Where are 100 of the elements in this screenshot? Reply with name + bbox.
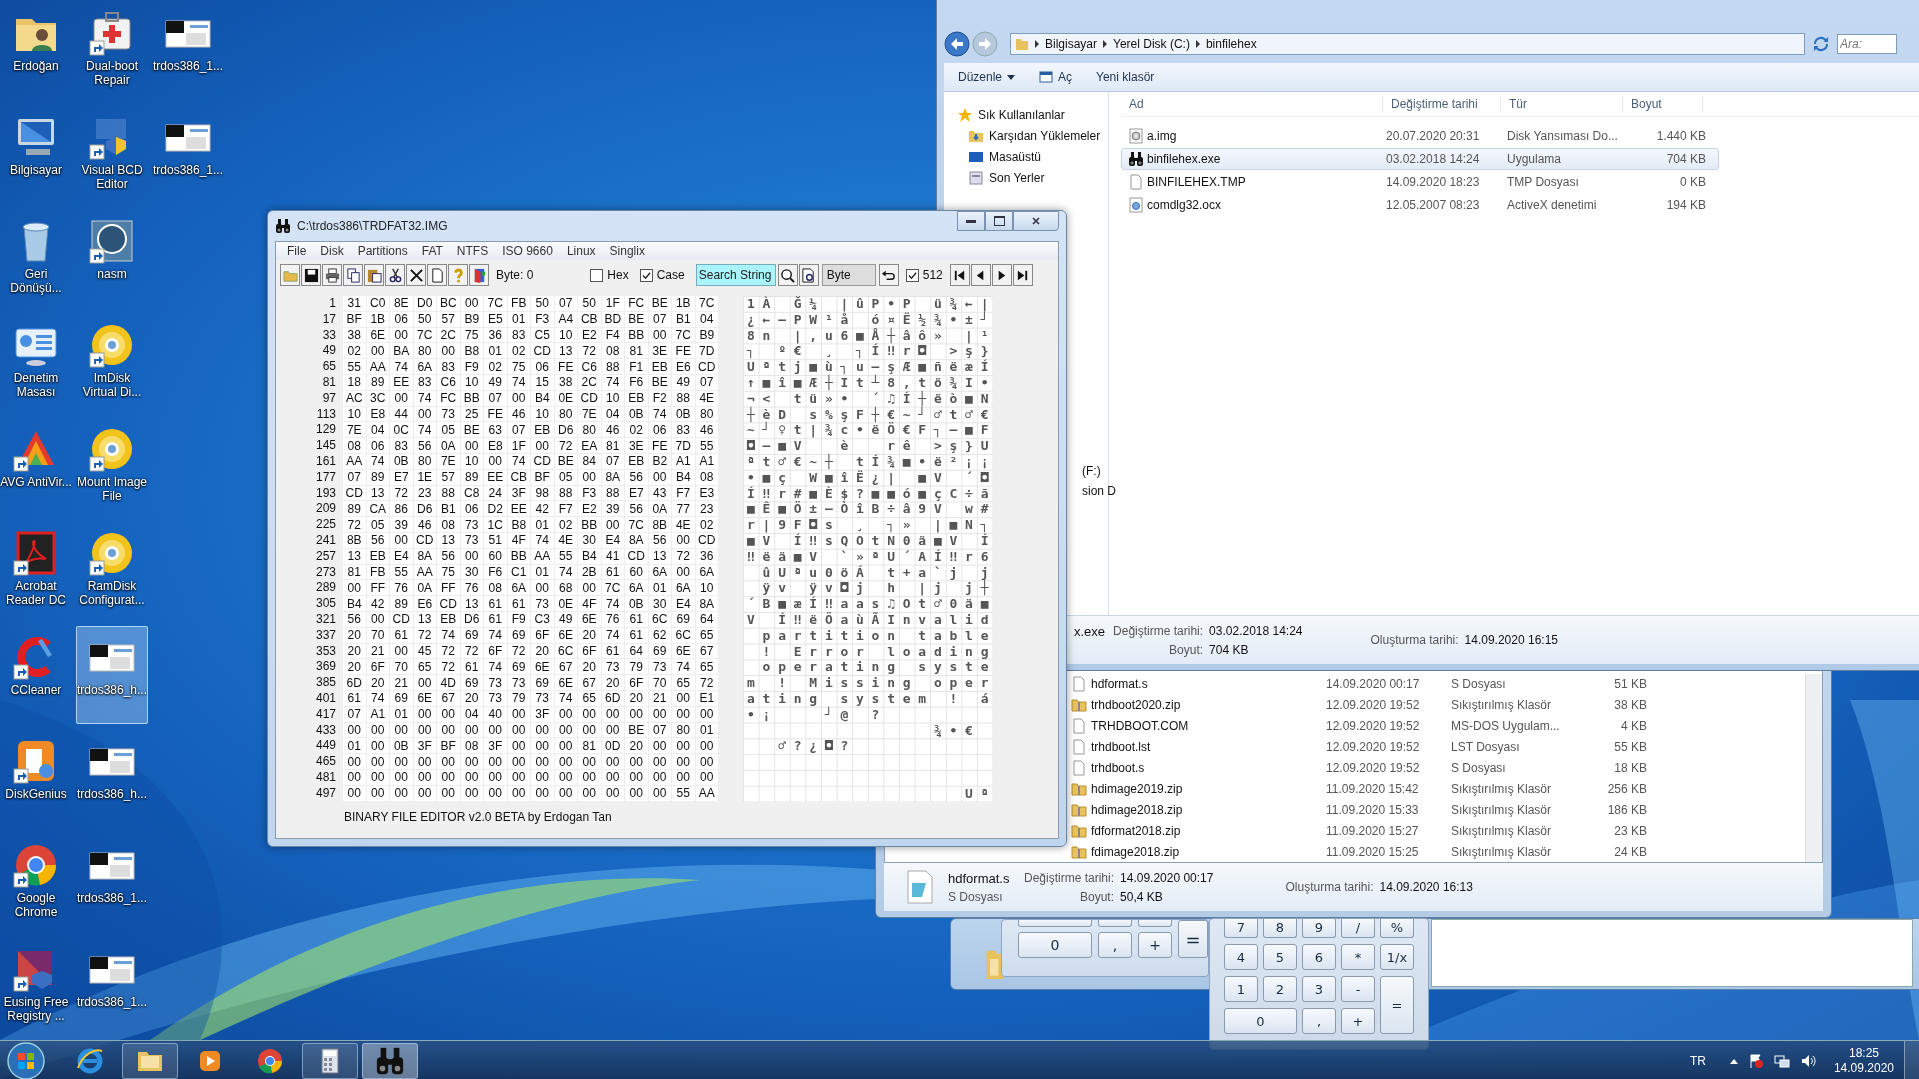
hex-cell[interactable]: E2 bbox=[578, 327, 602, 344]
hex-cell[interactable]: 45 bbox=[413, 643, 437, 660]
hex-cell[interactable]: 00 bbox=[695, 706, 719, 723]
hex-cell[interactable]: 49 bbox=[672, 375, 696, 391]
hex-cell[interactable]: 72 bbox=[343, 517, 367, 533]
hex-cell[interactable]: 00 bbox=[648, 769, 672, 786]
hex-cell[interactable]: 00 bbox=[437, 343, 461, 360]
hex-cell[interactable]: 7C bbox=[601, 580, 625, 597]
hex-cell[interactable]: 64 bbox=[625, 643, 649, 660]
desktop-icon[interactable]: RamDisk Configurat... bbox=[76, 522, 148, 620]
hex-cell[interactable]: 00 bbox=[554, 722, 578, 739]
hex-cell[interactable]: 74 bbox=[390, 359, 414, 375]
paste-button[interactable] bbox=[364, 264, 384, 286]
hex-cell[interactable]: 07 bbox=[507, 422, 531, 439]
hex-cell[interactable]: 64 bbox=[695, 611, 719, 628]
calculator-key[interactable] bbox=[1098, 920, 1132, 927]
hex-cell[interactable]: 41 bbox=[601, 548, 625, 565]
previous-button[interactable] bbox=[970, 264, 991, 286]
hex-cell[interactable]: 46 bbox=[507, 406, 531, 423]
hex-cell[interactable]: 8A bbox=[601, 469, 625, 486]
hex-cell[interactable]: 89 bbox=[460, 469, 484, 486]
hex-cell[interactable]: 21 bbox=[366, 643, 390, 660]
hex-cell[interactable]: 74 bbox=[554, 690, 578, 707]
hex-cell[interactable]: 15 bbox=[531, 375, 555, 391]
caret-up-icon[interactable] bbox=[1729, 1057, 1738, 1064]
hex-cell[interactable]: CB bbox=[507, 469, 531, 486]
hex-cell[interactable]: 00 bbox=[366, 785, 390, 802]
hex-cell[interactable]: 00 bbox=[601, 706, 625, 723]
hex-cell[interactable]: BA bbox=[390, 343, 414, 360]
hex-cell[interactable]: 00 bbox=[507, 722, 531, 739]
hex-cell[interactable]: 55 bbox=[695, 438, 719, 454]
nav-item[interactable]: sion D bbox=[1082, 484, 1116, 498]
hex-cell[interactable]: 6A bbox=[625, 580, 649, 597]
hex-cell[interactable]: 74 bbox=[366, 690, 390, 707]
hex-cell[interactable]: F1 bbox=[625, 359, 649, 375]
hex-cell[interactable]: D6 bbox=[460, 611, 484, 628]
hex-cell[interactable]: 23 bbox=[695, 501, 719, 518]
hex-cell[interactable]: BE bbox=[648, 296, 672, 312]
hex-cell[interactable]: 72 bbox=[554, 438, 578, 454]
taskbar-button[interactable] bbox=[122, 1042, 178, 1079]
hex-cell[interactable]: 00 bbox=[390, 390, 414, 407]
language-indicator[interactable]: TR bbox=[1689, 1053, 1706, 1068]
column-header[interactable]: Değiştirme tarihi bbox=[1383, 97, 1501, 111]
calculator-key[interactable]: 0 bbox=[1224, 1008, 1297, 1034]
hex-cell[interactable]: 30 bbox=[648, 596, 672, 612]
hex-cell[interactable]: 42 bbox=[531, 501, 555, 518]
hex-cell[interactable]: 72 bbox=[672, 548, 696, 565]
nav-item[interactable]: Masaüstü bbox=[944, 146, 1108, 167]
hex-cell[interactable]: BD bbox=[601, 311, 625, 328]
hex-cell[interactable]: 01 bbox=[343, 738, 367, 755]
hex-cell[interactable]: 00 bbox=[366, 611, 390, 628]
hex-cell[interactable]: 00 bbox=[507, 785, 531, 802]
hex-cell[interactable]: 74 bbox=[601, 627, 625, 644]
hex-cell[interactable]: 81 bbox=[578, 738, 602, 755]
hex-cell[interactable]: 39 bbox=[390, 517, 414, 533]
desktop-icon[interactable]: Bilgisayar bbox=[0, 106, 72, 204]
hex-cell[interactable]: 20 bbox=[578, 659, 602, 676]
hex-cell[interactable]: 72 bbox=[390, 485, 414, 502]
help-button[interactable] bbox=[448, 264, 468, 286]
hex-cell[interactable]: B1 bbox=[437, 501, 461, 518]
case-checkbox[interactable]: Case bbox=[639, 268, 685, 282]
hex-cell[interactable]: 74 bbox=[507, 375, 531, 391]
hex-cell[interactable]: 00 bbox=[507, 390, 531, 407]
hex-cell[interactable]: B9 bbox=[695, 327, 719, 344]
hex-cell[interactable]: 6A bbox=[672, 580, 696, 597]
hex-cell[interactable]: 73 bbox=[437, 406, 461, 423]
hex-cell[interactable]: 25 bbox=[460, 406, 484, 423]
hex-cell[interactable]: 7C bbox=[672, 327, 696, 344]
hex-cell[interactable]: 70 bbox=[390, 659, 414, 676]
hex-cell[interactable]: 00 bbox=[390, 532, 414, 549]
hex-cell[interactable]: C0 bbox=[366, 296, 390, 312]
hex-cell[interactable]: CA bbox=[366, 501, 390, 518]
hex-cell[interactable]: CD bbox=[343, 485, 367, 502]
nav-item[interactable]: (F:) bbox=[1082, 464, 1101, 478]
hex-cell[interactable]: 02 bbox=[695, 517, 719, 533]
calculator-key[interactable]: = bbox=[1380, 976, 1414, 1034]
hex-cell[interactable]: 0E bbox=[554, 390, 578, 407]
hex-cell[interactable]: 73 bbox=[601, 659, 625, 676]
hex-cell[interactable]: 8A bbox=[625, 532, 649, 549]
hex-cell[interactable]: 80 bbox=[413, 453, 437, 470]
hex-cell[interactable]: F6 bbox=[484, 564, 508, 581]
hex-cell[interactable]: 55 bbox=[343, 359, 367, 375]
hex-cell[interactable]: 69 bbox=[460, 627, 484, 644]
hex-cell[interactable]: 07 bbox=[601, 453, 625, 470]
hex-cell[interactable]: 74 bbox=[531, 532, 555, 549]
calculator-key[interactable]: 2 bbox=[1263, 976, 1297, 1002]
taskbar-button[interactable] bbox=[302, 1042, 358, 1079]
file-row[interactable]: fdimage2018.zip 11.09.2020 15:25 Sıkıştırılmış Klasör 24 KB bbox=[1071, 841, 1651, 862]
hex-cell[interactable]: 00 bbox=[390, 722, 414, 739]
column-header[interactable]: Ad bbox=[1121, 97, 1383, 111]
hex-cell[interactable]: E4 bbox=[390, 548, 414, 565]
hex-cell[interactable]: 6E bbox=[366, 327, 390, 344]
hex-cell[interactable]: 00 bbox=[672, 564, 696, 581]
hex-cell[interactable]: AA bbox=[531, 548, 555, 565]
new-folder-button[interactable]: Yeni klasör bbox=[1096, 70, 1155, 84]
hex-cell[interactable]: 31 bbox=[343, 296, 367, 312]
hex-cell[interactable]: 20 bbox=[343, 627, 367, 644]
hex-cell[interactable]: C8 bbox=[460, 485, 484, 502]
hex-cell[interactable]: 2C bbox=[578, 375, 602, 391]
hex-cell[interactable]: 72 bbox=[578, 343, 602, 360]
